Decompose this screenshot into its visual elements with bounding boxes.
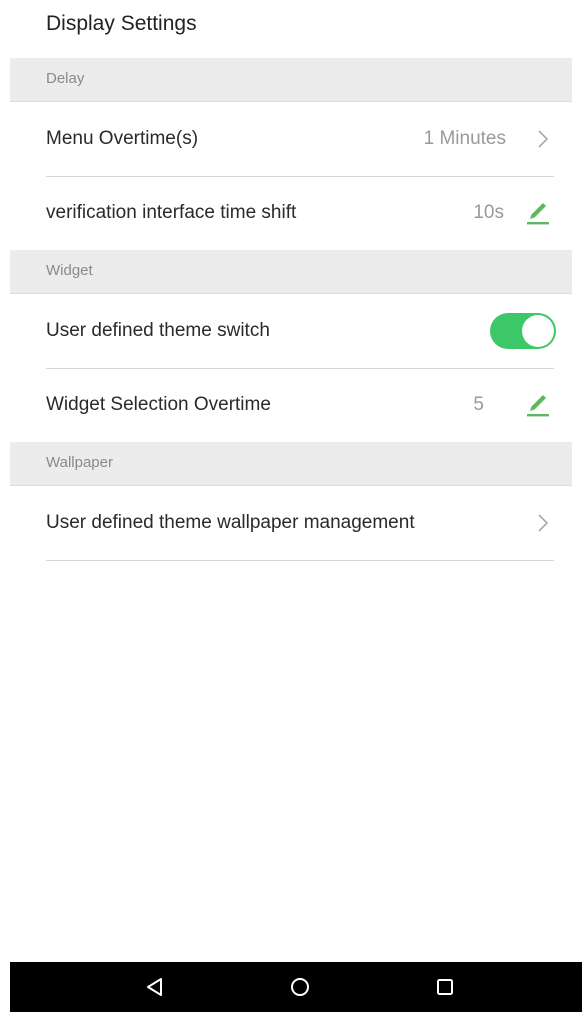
menu-overtime-label: Menu Overtime(s): [46, 128, 199, 149]
verification-time-shift-label: verification interface time shift: [46, 202, 297, 223]
theme-switch-label: User defined theme switch: [46, 320, 270, 341]
section-header-widget: Widget: [10, 250, 572, 294]
recents-square-icon: [437, 979, 453, 995]
wallpaper-management-row[interactable]: User defined theme wallpaper management: [46, 486, 554, 561]
theme-switch-row[interactable]: User defined theme switch: [46, 294, 556, 369]
pencil-icon[interactable]: [524, 391, 552, 419]
toggle-knob: [522, 315, 554, 347]
recents-button[interactable]: [415, 962, 475, 1012]
widget-selection-overtime-value: 5: [473, 394, 484, 415]
navigation-bar: [10, 962, 582, 1012]
page-title: Display Settings: [46, 12, 197, 35]
pencil-icon[interactable]: [524, 199, 552, 227]
section-header-wallpaper: Wallpaper: [10, 442, 572, 486]
section-header-delay: Delay: [10, 58, 572, 102]
section-label-widget: Widget: [46, 262, 93, 279]
section-label-delay: Delay: [46, 70, 85, 87]
home-button[interactable]: [270, 962, 330, 1012]
chevron-right-icon: [538, 130, 549, 148]
menu-overtime-value: 1 Minutes: [423, 128, 506, 149]
widget-selection-overtime-label: Widget Selection Overtime: [46, 394, 271, 415]
back-button[interactable]: [125, 962, 185, 1012]
widget-selection-overtime-row[interactable]: Widget Selection Overtime 5: [46, 368, 554, 442]
app-header: Display Settings: [0, 0, 582, 58]
verification-time-shift-row[interactable]: verification interface time shift 10s: [46, 176, 554, 250]
verification-time-shift-value: 10s: [473, 202, 504, 223]
section-label-wallpaper: Wallpaper: [46, 454, 113, 471]
back-triangle-icon: [147, 978, 162, 996]
theme-switch-toggle[interactable]: [490, 313, 556, 349]
menu-overtime-row[interactable]: Menu Overtime(s) 1 Minutes: [46, 102, 554, 177]
chevron-right-icon: [538, 514, 549, 532]
wallpaper-management-label: User defined theme wallpaper management: [46, 512, 415, 533]
home-circle-icon: [291, 978, 309, 996]
